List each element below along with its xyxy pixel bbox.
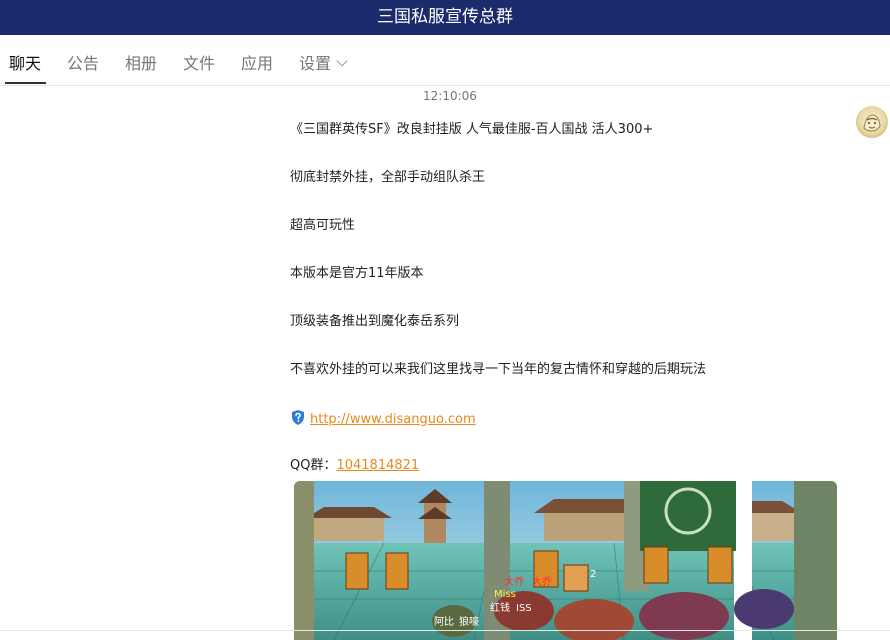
window-title: 三国私服宣传总群 [0, 0, 890, 35]
tab-bar: 聊天 公告 相册 文件 应用 设置 [0, 35, 890, 86]
game-label: 狼嚎 [459, 615, 479, 628]
tab-settings-label: 设置 [299, 54, 332, 73]
game-label: 大乔 [532, 575, 552, 588]
message-line-2: 彻底封禁外挂，全部手动组队杀王 [290, 170, 486, 185]
security-shield-icon [292, 410, 304, 425]
tab-files[interactable]: 文件 [183, 53, 215, 75]
message-line-1: 《三国群英传SF》改良封挂版 人气最佳服-百人国战 活人300+ [290, 122, 654, 137]
tab-announcements[interactable]: 公告 [67, 53, 99, 75]
message-qq-line: QQ群：1041814821 [290, 457, 419, 475]
game-label: 2 [590, 569, 596, 580]
game-screenshot-image[interactable]: 大乔 大乔 2 阿比 狼嚎 Miss 红钱 ISS [294, 481, 837, 640]
qq-label: QQ群： [290, 458, 337, 473]
tab-settings[interactable]: 设置 [299, 53, 348, 75]
game-label: 红钱 [490, 601, 510, 614]
message-line-3: 超高可玩性 [290, 218, 356, 233]
game-label: ISS [516, 603, 532, 614]
message-line-6: 不喜欢外挂的可以来我们这里找寻一下当年的复古情怀和穿越的后期玩法 [290, 362, 707, 377]
tab-album[interactable]: 相册 [125, 53, 157, 75]
game-label: Miss [494, 589, 516, 600]
avatar-image [863, 114, 881, 132]
divider [0, 630, 890, 631]
active-tab-indicator [5, 82, 46, 84]
message-timestamp: 12:10:06 [423, 89, 477, 103]
tab-apps[interactable]: 应用 [241, 53, 273, 75]
chevron-down-icon [336, 55, 348, 67]
game-label: 大乔 [504, 575, 524, 588]
message-line-4: 本版本是官方11年版本 [290, 266, 424, 281]
game-scene: 大乔 大乔 2 阿比 狼嚎 Miss 红钱 ISS [294, 481, 837, 640]
game-label: 阿比 [434, 616, 454, 628]
avatar[interactable] [856, 106, 888, 138]
website-link[interactable]: http://www.disanguo.com [310, 412, 476, 427]
tab-chat[interactable]: 聊天 [9, 53, 41, 75]
message-line-5: 顶级装备推出到魔化泰岳系列 [290, 314, 460, 329]
qq-number-link[interactable]: 1041814821 [336, 458, 419, 473]
message-link-line: http://www.disanguo.com [290, 409, 476, 429]
